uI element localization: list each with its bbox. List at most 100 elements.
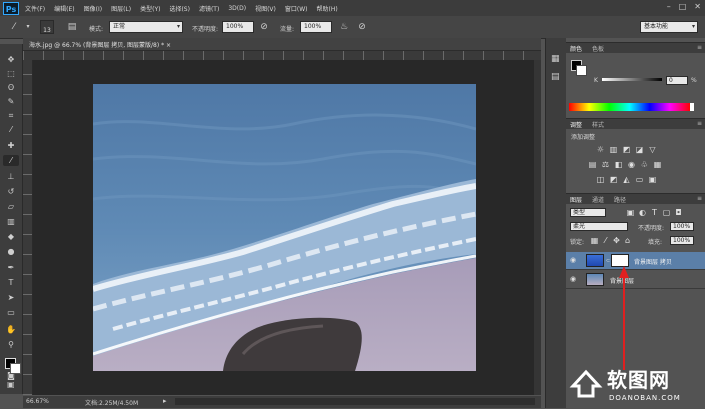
channel-mixer-icon[interactable]: ♧ — [640, 160, 649, 169]
panel-menu-icon[interactable]: ≡ — [697, 44, 702, 51]
menu-view[interactable]: 视图(V) — [255, 4, 276, 13]
crop-tool-icon[interactable]: ⌗ — [3, 110, 19, 121]
lock-position-icon[interactable]: ✥ — [612, 236, 621, 245]
zoom-tool-icon[interactable]: ⚲ — [3, 339, 19, 350]
menu-help[interactable]: 帮助(H) — [317, 4, 338, 13]
document-info[interactable]: 文档:2.25M/4.50M — [85, 398, 138, 407]
zoom-level[interactable]: 66.67% — [26, 398, 49, 405]
tab-swatches[interactable]: 色板 — [592, 44, 604, 53]
filter-shape-icon[interactable]: ▢ — [662, 208, 671, 217]
lock-pixels-icon[interactable]: ▦ — [590, 236, 599, 245]
brush-panel-icon[interactable]: ▤ — [66, 21, 78, 33]
tab-channels[interactable]: 通道 — [592, 195, 604, 204]
clone-stamp-tool-icon[interactable]: ⊥ — [3, 171, 19, 182]
horizontal-scrollbar[interactable] — [175, 398, 535, 405]
type-tool-icon[interactable]: T — [3, 277, 19, 288]
status-menu-icon[interactable]: ▸ — [163, 397, 167, 405]
close-button[interactable]: ✕ — [694, 2, 701, 11]
layer-mask-thumbnail[interactable] — [611, 254, 629, 267]
eraser-tool-icon[interactable]: ▱ — [3, 201, 19, 212]
curves-icon[interactable]: ◩ — [622, 145, 631, 154]
menu-filter[interactable]: 滤镜(T) — [199, 4, 219, 13]
posterize-icon[interactable]: ◩ — [609, 175, 618, 184]
exposure-icon[interactable]: ◪ — [635, 145, 644, 154]
flow-input[interactable]: 100% — [300, 21, 332, 33]
move-tool-icon[interactable]: ✥ — [3, 54, 19, 65]
color-spectrum-bar[interactable] — [569, 103, 690, 111]
color-lookup-icon[interactable]: ▦ — [653, 160, 662, 169]
panel-menu-icon[interactable]: ≡ — [697, 195, 702, 202]
sea-photo[interactable] — [93, 84, 476, 371]
filter-adjustment-icon[interactable]: ◐ — [638, 208, 647, 217]
document-tab[interactable]: 海水.jpg @ 66.7% (背景图层 拷贝, 图层蒙版/8) * × — [23, 38, 541, 51]
maximize-button[interactable]: □ — [679, 2, 687, 11]
chevron-down-icon[interactable]: ▾ — [22, 21, 34, 33]
hue-saturation-icon[interactable]: ▤ — [588, 160, 597, 169]
photo-filter-icon[interactable]: ◉ — [627, 160, 636, 169]
mask-link-icon[interactable]: ⊂ — [606, 258, 610, 264]
layer-row-background-copy[interactable]: ◉ ⊂ 背景图层 拷贝 — [566, 252, 705, 270]
dodge-tool-icon[interactable]: ● — [3, 246, 19, 257]
lasso-tool-icon[interactable]: ʘ — [3, 82, 19, 93]
lock-image-icon[interactable]: ⁄ — [601, 236, 610, 245]
screen-mode-icon[interactable]: ▣ — [7, 380, 15, 389]
properties-panel-icon[interactable]: ▤ — [551, 72, 560, 82]
panel-menu-icon[interactable]: ≡ — [697, 120, 702, 127]
gradient-map-icon[interactable]: ▭ — [635, 175, 644, 184]
background-color-swatch[interactable] — [10, 363, 21, 374]
workspace-select[interactable]: 基本功能 ▾ — [640, 21, 698, 33]
menu-edit[interactable]: 编辑(E) — [54, 4, 74, 13]
tab-adjustments[interactable]: 调整 — [570, 120, 582, 129]
pressure-opacity-icon[interactable]: ⊘ — [258, 21, 270, 33]
layer-filter-select[interactable]: 类型 — [570, 208, 606, 217]
brush-size-picker[interactable]: 13 — [40, 20, 54, 34]
menu-file[interactable]: 文件(F) — [25, 4, 45, 13]
airbrush-icon[interactable]: ♨ — [338, 21, 350, 33]
hand-tool-icon[interactable]: ✋ — [3, 324, 19, 335]
pen-tool-icon[interactable]: ✒ — [3, 262, 19, 273]
mode-select[interactable]: 正常 ▾ — [109, 21, 183, 33]
invert-icon[interactable]: ◫ — [596, 175, 605, 184]
filter-smart-icon[interactable]: ◘ — [674, 208, 683, 217]
minimize-button[interactable]: – — [667, 2, 671, 11]
filter-pixel-icon[interactable]: ▣ — [626, 208, 635, 217]
eyedropper-tool-icon[interactable]: ⁄ — [3, 124, 19, 135]
brightness-icon[interactable]: ☼ — [596, 145, 605, 154]
shape-tool-icon[interactable]: ▭ — [3, 307, 19, 318]
quick-select-tool-icon[interactable]: ✎ — [3, 96, 19, 107]
brush-tool-icon[interactable]: ⁄ — [8, 21, 20, 33]
menu-type[interactable]: 类型(Y) — [140, 4, 160, 13]
vertical-scrollbar[interactable] — [534, 60, 541, 395]
tab-paths[interactable]: 路径 — [614, 195, 626, 204]
levels-icon[interactable]: ▥ — [609, 145, 618, 154]
layer-opacity-input[interactable]: 100% — [670, 222, 694, 231]
eye-icon[interactable]: ◉ — [570, 275, 576, 283]
brush-tool-icon[interactable]: ⁄ — [3, 155, 19, 166]
blend-mode-select[interactable]: 柔光 — [570, 222, 628, 231]
color-background-swatch[interactable] — [576, 65, 587, 76]
vibrance-icon[interactable]: ▽ — [648, 145, 657, 154]
white-swatch[interactable] — [690, 103, 694, 111]
threshold-icon[interactable]: ◭ — [622, 175, 631, 184]
tab-styles[interactable]: 样式 — [592, 120, 604, 129]
filter-type-icon[interactable]: T — [650, 208, 659, 217]
blur-tool-icon[interactable]: ◆ — [3, 231, 19, 242]
menu-image[interactable]: 图像(I) — [84, 4, 102, 13]
pressure-size-icon[interactable]: ⊘ — [356, 21, 368, 33]
healing-brush-tool-icon[interactable]: ✚ — [3, 140, 19, 151]
marquee-tool-icon[interactable]: ⬚ — [3, 68, 19, 79]
path-select-tool-icon[interactable]: ➤ — [3, 292, 19, 303]
menu-window[interactable]: 窗口(W) — [285, 4, 308, 13]
layer-row-background[interactable]: ◉ 背景图层 — [566, 271, 705, 289]
k-value-input[interactable]: 0 — [666, 76, 688, 85]
fill-input[interactable]: 100% — [670, 236, 694, 245]
lock-all-icon[interactable]: ⌂ — [623, 236, 632, 245]
k-slider[interactable] — [602, 78, 662, 81]
menu-select[interactable]: 选择(S) — [169, 4, 190, 13]
black-white-icon[interactable]: ◧ — [614, 160, 623, 169]
opacity-input[interactable]: 100% — [222, 21, 254, 33]
history-brush-tool-icon[interactable]: ↺ — [3, 186, 19, 197]
selective-color-icon[interactable]: ▣ — [648, 175, 657, 184]
gradient-tool-icon[interactable]: ▥ — [3, 216, 19, 227]
eye-icon[interactable]: ◉ — [570, 256, 576, 264]
